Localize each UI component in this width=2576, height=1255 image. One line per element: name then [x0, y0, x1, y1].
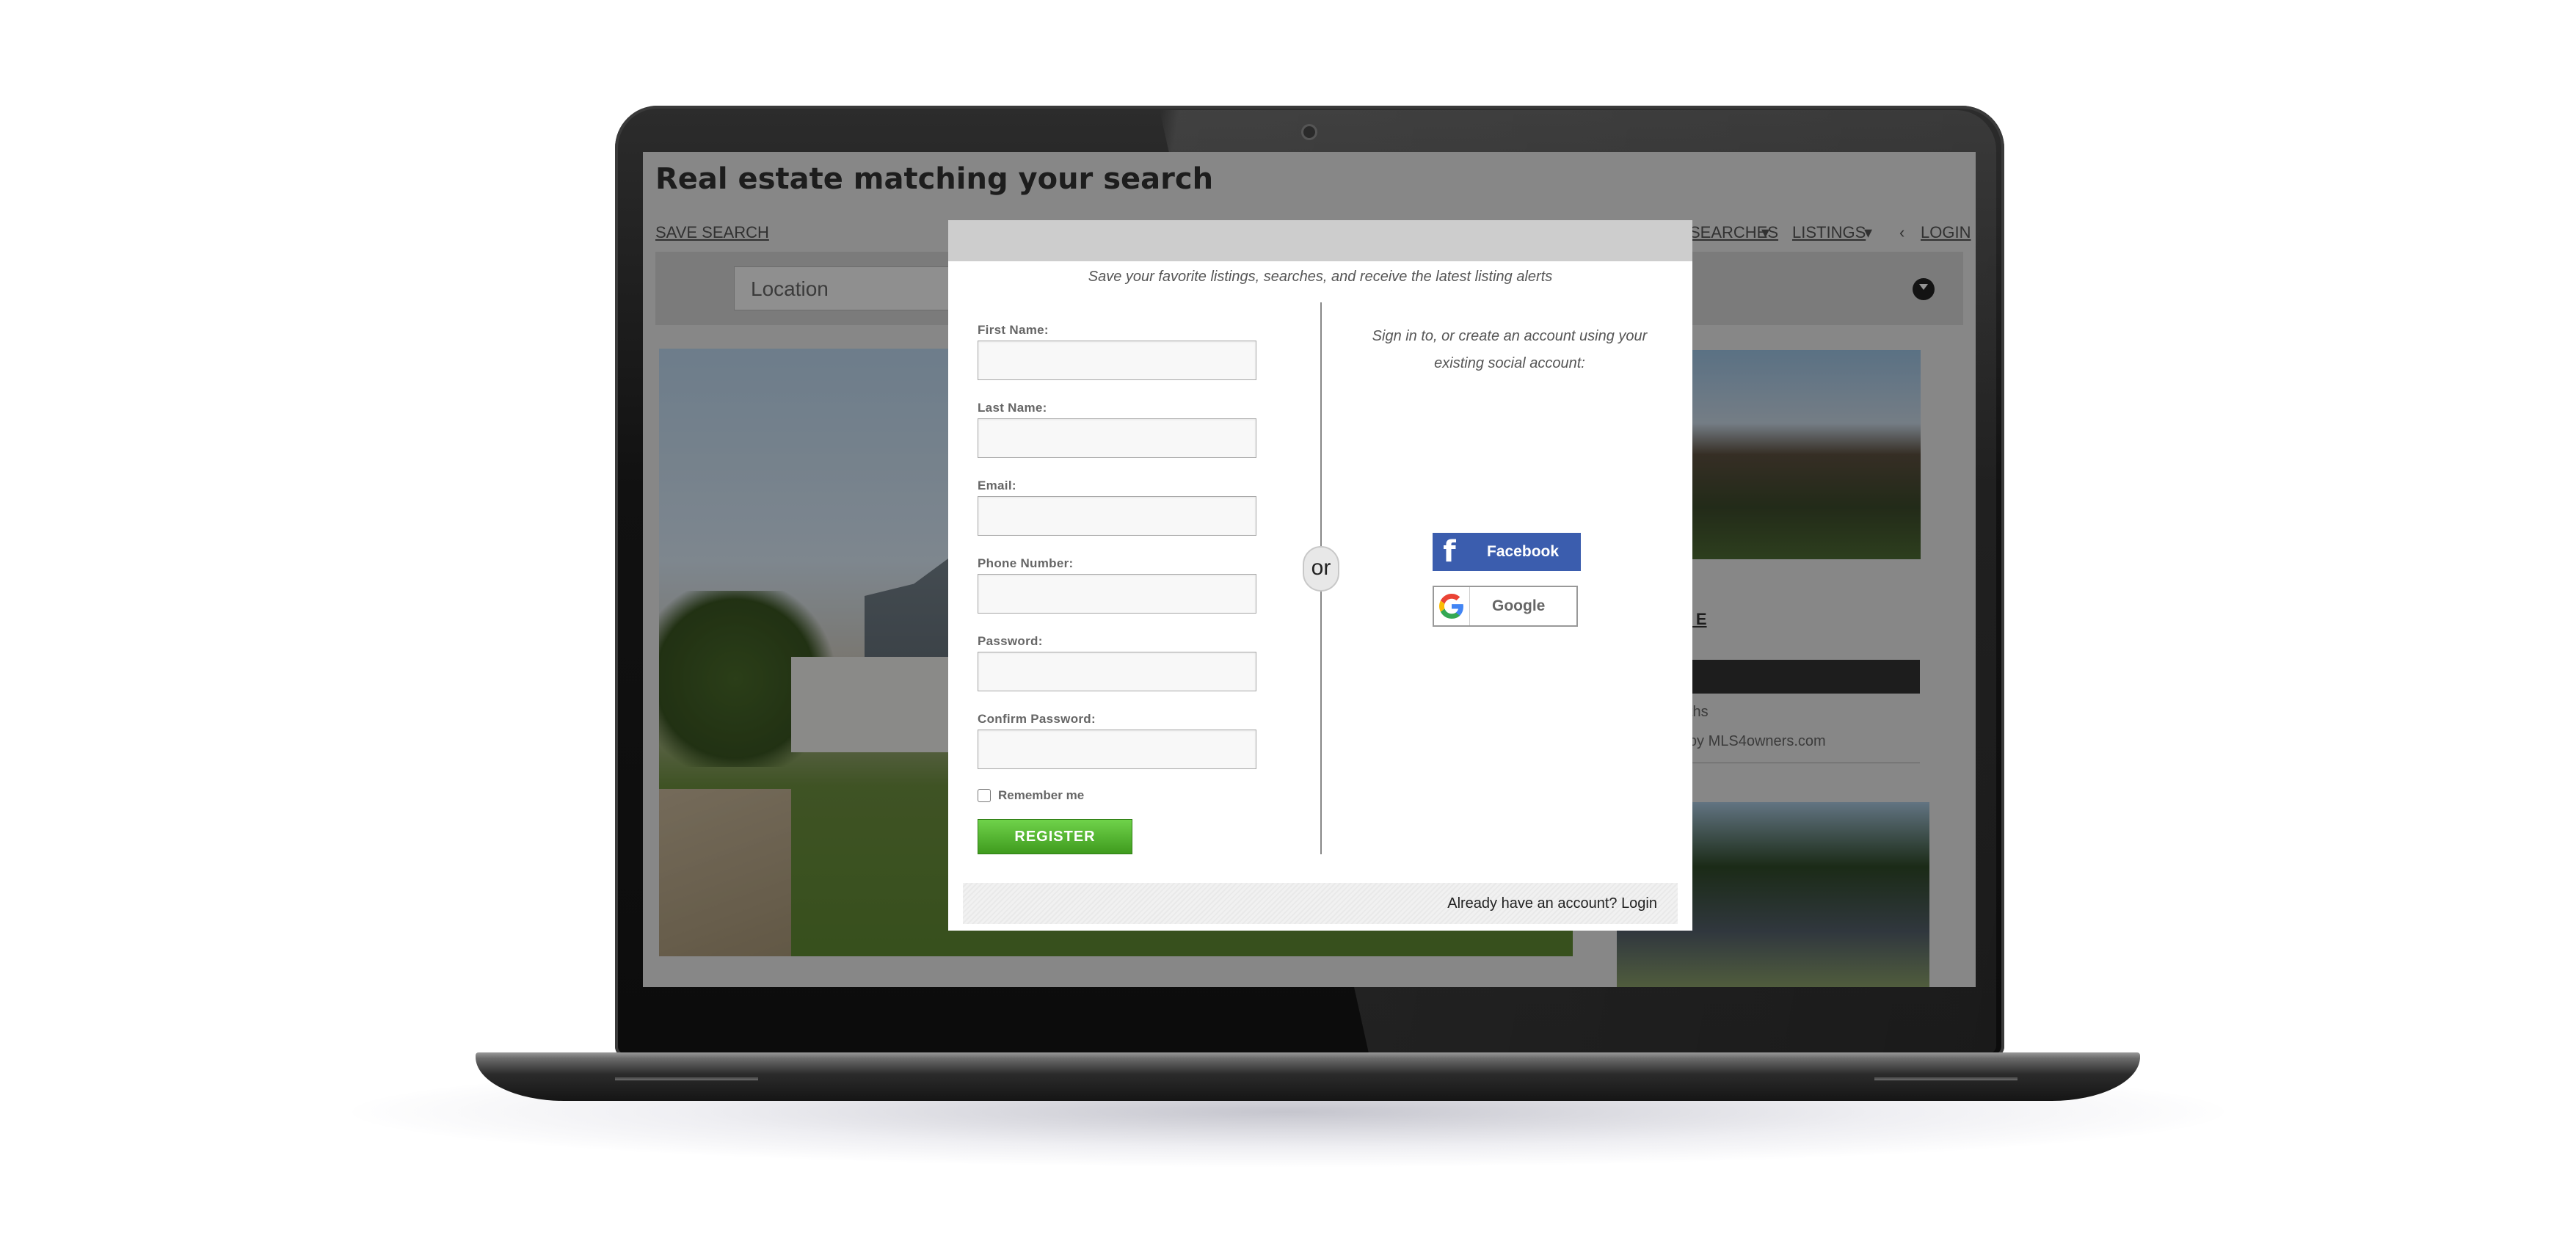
email-field[interactable]	[978, 496, 1256, 536]
password-label: Password:	[978, 634, 1043, 648]
last-name-field[interactable]	[978, 418, 1256, 458]
registration-form: First Name: Last Name: Email: Phone Numb…	[978, 323, 1256, 790]
last-name-label: Last Name:	[978, 401, 1047, 415]
google-login-button[interactable]: Google	[1433, 586, 1578, 627]
first-name-field[interactable]	[978, 341, 1256, 380]
confirm-password-label: Confirm Password:	[978, 712, 1096, 726]
laptop-foot-left	[615, 1077, 758, 1080]
remember-me-label: Remember me	[998, 788, 1085, 802]
login-link[interactable]: Login	[1621, 895, 1657, 912]
google-icon	[1434, 587, 1470, 625]
modal-header-bar	[948, 220, 1692, 261]
google-label: Google	[1492, 597, 1546, 614]
laptop-base	[476, 1052, 2140, 1101]
or-badge: or	[1303, 546, 1339, 592]
laptop-screen: Real estate matching your search SAVE SE…	[643, 152, 1976, 987]
social-login-text: Sign in to, or create an account using y…	[1372, 328, 1648, 371]
remember-me-checkbox[interactable]	[978, 789, 991, 802]
email-label: Email:	[978, 479, 1016, 492]
register-button[interactable]: REGISTER	[978, 819, 1132, 854]
register-modal: Save your favorite listings, searches, a…	[948, 220, 1692, 931]
modal-subtitle: Save your favorite listings, searches, a…	[1088, 269, 1553, 285]
login-prompt: Already have an account?	[1447, 895, 1622, 912]
facebook-label: Facebook	[1487, 543, 1560, 560]
phone-label: Phone Number:	[978, 556, 1074, 570]
webcam-icon	[1301, 124, 1317, 140]
password-field[interactable]	[978, 652, 1256, 691]
facebook-login-button[interactable]: f Facebook	[1433, 533, 1581, 571]
modal-footer: Already have an account? Login	[963, 883, 1678, 924]
phone-field[interactable]	[978, 574, 1256, 614]
first-name-label: First Name:	[978, 323, 1049, 337]
facebook-icon: f	[1443, 535, 1456, 569]
confirm-password-field[interactable]	[978, 730, 1256, 769]
laptop-foot-right	[1874, 1077, 2017, 1080]
remember-me-option[interactable]: Remember me	[978, 788, 1084, 803]
